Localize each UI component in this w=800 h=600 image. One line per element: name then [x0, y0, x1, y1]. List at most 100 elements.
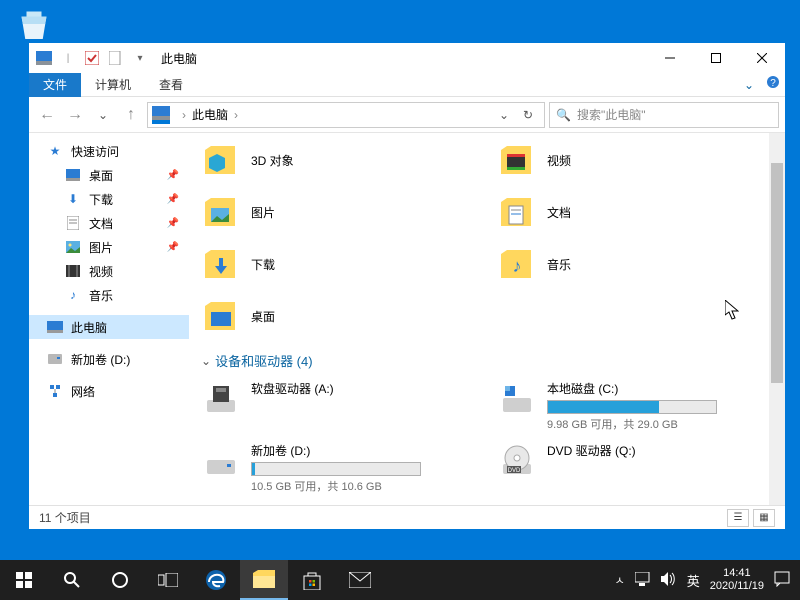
sidebar-network[interactable]: 网络 [29, 379, 189, 403]
pin-icon: 📌 [167, 218, 179, 229]
forward-button[interactable]: → [63, 103, 87, 127]
scrollbar-thumb[interactable] [771, 163, 783, 383]
action-center-icon[interactable] [774, 571, 790, 590]
sidebar-downloads[interactable]: ⬇ 下载 📌 [29, 187, 189, 211]
folder-music[interactable]: ♪ 音乐 [497, 241, 773, 287]
hdd-icon [497, 380, 537, 420]
address-dropdown-icon[interactable]: ⌄ [492, 108, 516, 122]
details-view-button[interactable]: ☰ [727, 509, 749, 527]
scrollbar[interactable] [769, 133, 785, 505]
back-button[interactable]: ← [35, 103, 59, 127]
maximize-button[interactable] [693, 43, 739, 73]
folder-downloads[interactable]: 下载 [201, 241, 477, 287]
breadcrumb-sep2: › [234, 108, 238, 122]
folder-label: 音乐 [547, 256, 571, 273]
tab-file[interactable]: 文件 [29, 73, 81, 97]
icons-view-button[interactable]: ▦ [753, 509, 775, 527]
sidebar-music[interactable]: ♪ 音乐 [29, 283, 189, 307]
time-text: 14:41 [710, 567, 764, 580]
cortana-button[interactable] [96, 560, 144, 600]
tray-overflow-icon[interactable]: ㅅ [615, 572, 625, 588]
statusbar: 11 个项目 ☰ ▦ [29, 505, 785, 529]
folder-pictures[interactable]: 图片 [201, 189, 477, 235]
address-row: ← → ⌄ ↑ › 此电脑 › ⌄ ↻ 🔍 搜索"此电脑" [29, 97, 785, 133]
new-folder-icon[interactable] [105, 47, 127, 69]
up-button[interactable]: ↑ [119, 103, 143, 127]
volume-icon[interactable] [661, 572, 677, 589]
folder-label: 图片 [251, 204, 275, 221]
tab-computer[interactable]: 计算机 [81, 73, 145, 97]
sidebar-this-pc[interactable]: 此电脑 [29, 315, 189, 339]
drive-name: 软盘驱动器 (A:) [251, 380, 477, 397]
drive-d-bar [251, 462, 421, 476]
folder-label: 视频 [547, 152, 571, 169]
help-icon[interactable]: ? [761, 75, 785, 94]
section-devices-header[interactable]: ⌄ 设备和驱动器 (4) [201, 351, 773, 370]
picture-icon [65, 239, 81, 255]
drive-stat: 9.98 GB 可用，共 29.0 GB [547, 416, 773, 432]
search-input[interactable]: 🔍 搜索"此电脑" [549, 102, 779, 128]
taskbar: ㅅ 英 14:41 2020/11/19 [0, 560, 800, 600]
pin-icon: 📌 [167, 194, 179, 205]
objects3d-icon [201, 140, 241, 180]
minimize-button[interactable] [647, 43, 693, 73]
mail-button[interactable] [336, 560, 384, 600]
breadcrumb-this-pc[interactable]: 此电脑 [192, 106, 228, 123]
folder-label: 下载 [251, 256, 275, 273]
sidebar-quick-access[interactable]: ★ 快速访问 [29, 139, 189, 163]
status-text: 11 个项目 [39, 509, 91, 526]
svg-text:♪: ♪ [513, 256, 522, 276]
folder-documents[interactable]: 文档 [497, 189, 773, 235]
pictures-icon [201, 192, 241, 232]
sidebar-desktop[interactable]: 桌面 📌 [29, 163, 189, 187]
sidebar-videos[interactable]: 视频 [29, 259, 189, 283]
quick-launch: | ▾ [33, 47, 151, 69]
folder-3d-objects[interactable]: 3D 对象 [201, 137, 477, 183]
breadcrumb-sep: › [182, 108, 186, 122]
content-area: 3D 对象 视频 图片 文档 下载 [189, 133, 785, 505]
drive-floppy[interactable]: 软盘驱动器 (A:) [201, 380, 477, 432]
search-button[interactable] [48, 560, 96, 600]
sidebar-documents[interactable]: 文档 📌 [29, 211, 189, 235]
drive-name: DVD 驱动器 (Q:) [547, 442, 773, 459]
folder-desktop[interactable]: 桌面 [201, 293, 477, 339]
tab-view[interactable]: 查看 [145, 73, 197, 97]
drive-icon [47, 351, 63, 367]
clock[interactable]: 14:41 2020/11/19 [710, 567, 764, 593]
sidebar-label: 网络 [71, 383, 95, 400]
address-bar[interactable]: › 此电脑 › ⌄ ↻ [147, 102, 545, 128]
qat-dropdown-icon[interactable]: ▾ [129, 47, 151, 69]
music-folder-icon: ♪ [497, 244, 537, 284]
star-icon: ★ [47, 143, 63, 159]
ime-indicator[interactable]: 英 [687, 571, 700, 590]
ribbon-expand-icon[interactable]: ⌄ [737, 78, 761, 92]
sidebar-label: 新加卷 (D:) [71, 351, 130, 368]
folder-videos[interactable]: 视频 [497, 137, 773, 183]
sidebar-label: 下载 [89, 191, 113, 208]
downloads-icon [201, 244, 241, 284]
edge-button[interactable] [192, 560, 240, 600]
ribbon: 文件 计算机 查看 ⌄ ? [29, 73, 785, 97]
folder-label: 文档 [547, 204, 571, 221]
close-button[interactable] [739, 43, 785, 73]
properties-icon[interactable] [81, 47, 103, 69]
store-button[interactable] [288, 560, 336, 600]
task-view-button[interactable] [144, 560, 192, 600]
drive-d[interactable]: 新加卷 (D:) 10.5 GB 可用，共 10.6 GB [201, 442, 477, 494]
sidebar-pictures[interactable]: 图片 📌 [29, 235, 189, 259]
start-button[interactable] [0, 560, 48, 600]
network-tray-icon[interactable] [635, 572, 651, 589]
sidebar-new-volume-d[interactable]: 新加卷 (D:) [29, 347, 189, 371]
history-dropdown[interactable]: ⌄ [91, 103, 115, 127]
drive-dvd[interactable]: DVD DVD 驱动器 (Q:) [497, 442, 773, 494]
floppy-icon [201, 380, 241, 420]
drive-c[interactable]: 本地磁盘 (C:) 9.98 GB 可用，共 29.0 GB [497, 380, 773, 432]
explorer-button[interactable] [240, 560, 288, 600]
sidebar-label: 文档 [89, 215, 113, 232]
this-pc-icon [152, 106, 170, 124]
refresh-icon[interactable]: ↻ [516, 108, 540, 122]
drive-c-bar [547, 400, 717, 414]
sidebar-label: 音乐 [89, 287, 113, 304]
sidebar: ★ 快速访问 桌面 📌 ⬇ 下载 📌 文档 📌 图片 📌 [29, 133, 189, 505]
folder-label: 桌面 [251, 308, 275, 325]
